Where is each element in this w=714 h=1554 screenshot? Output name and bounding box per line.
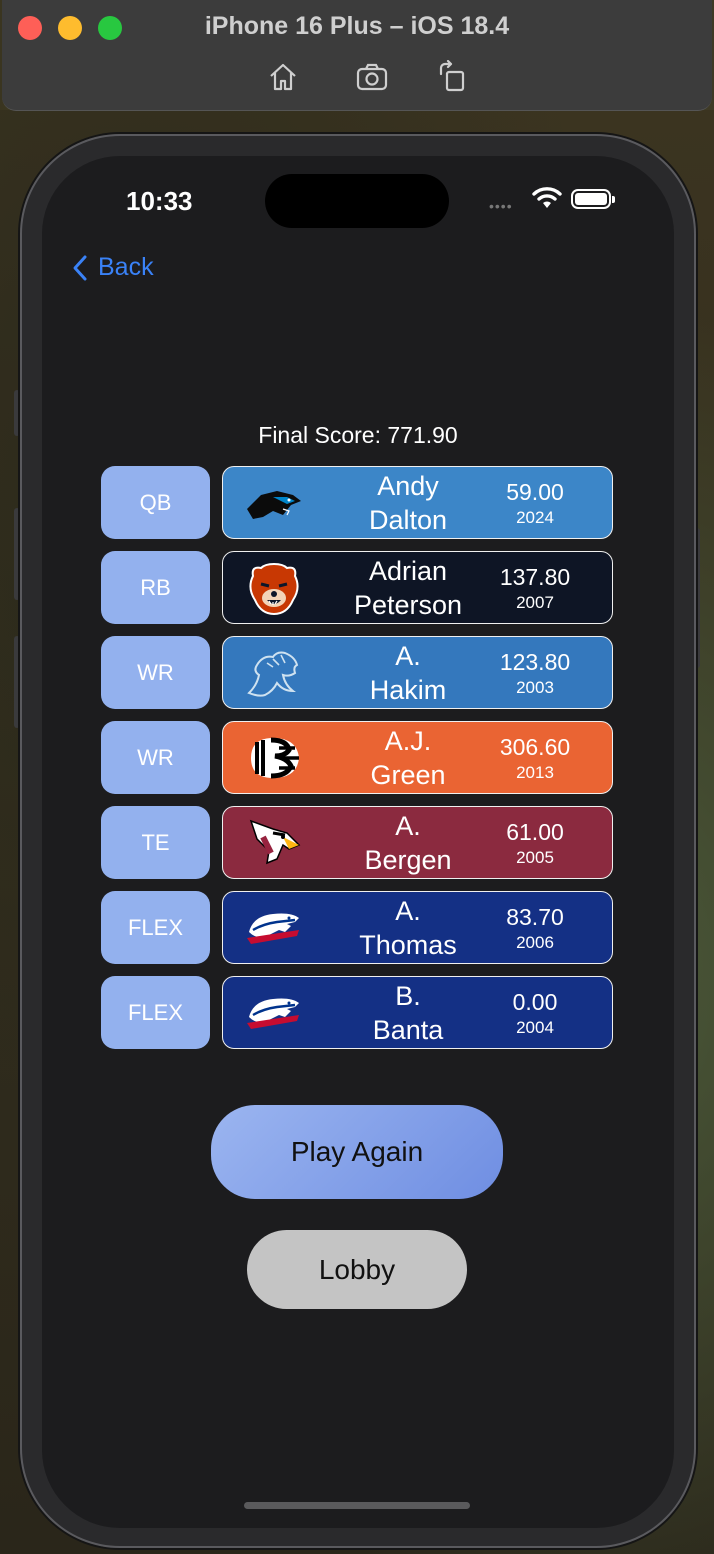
cardinals-logo-icon <box>243 815 305 871</box>
player-first-name: A.J. <box>384 726 432 756</box>
play-again-button[interactable]: Play Again <box>211 1105 503 1199</box>
player-name: Adrian Peterson <box>333 554 483 622</box>
lineup-row: QB Andy Dalton 59.00 2024 <box>101 466 613 539</box>
dynamic-island <box>265 174 449 228</box>
player-points: 0.00 <box>512 989 558 1015</box>
player-card[interactable]: A. Thomas 83.70 2006 <box>222 891 613 964</box>
window-title: iPhone 16 Plus – iOS 18.4 <box>204 12 510 40</box>
position-slot[interactable]: QB <box>101 466 210 539</box>
back-label: Back <box>98 253 154 281</box>
player-season: 2013 <box>516 763 554 782</box>
player-points: 306.60 <box>499 734 571 760</box>
player-points: 83.70 <box>506 904 564 930</box>
player-first-name: A. <box>395 896 421 926</box>
final-score: Final Score: 771.90 <box>258 422 458 448</box>
player-card[interactable]: Adrian Peterson 137.80 2007 <box>222 551 613 624</box>
player-last-name: Banta <box>372 1015 444 1045</box>
bears-logo-icon <box>243 560 305 616</box>
phone-screen: 10:33 •••• Back Final Score: 771.90 QB An… <box>42 156 674 1528</box>
simulator-title-bar: iPhone 16 Plus – iOS 18.4 <box>2 0 712 111</box>
lions-logo-icon <box>243 645 305 701</box>
player-name: A.J. Green <box>333 724 483 792</box>
lineup-row: RB Adrian Peterson 137.80 2007 <box>101 551 613 624</box>
player-last-name: Green <box>370 760 446 790</box>
position-slot[interactable]: FLEX <box>101 976 210 1049</box>
player-last-name: Dalton <box>368 505 448 535</box>
player-season: 2004 <box>516 1018 554 1037</box>
lineup-row: TE A. Bergen 61.00 2005 <box>101 806 613 879</box>
player-card[interactable]: A.J. Green 306.60 2013 <box>222 721 613 794</box>
back-button[interactable]: Back <box>72 253 154 282</box>
lineup-row: FLEX A. Thomas 83.70 2006 <box>101 891 613 964</box>
bills-logo-icon <box>243 985 305 1041</box>
player-last-name: Hakim <box>369 675 447 705</box>
player-last-name: Thomas <box>359 930 457 960</box>
player-season: 2005 <box>516 848 554 867</box>
bills-logo-icon <box>243 900 305 956</box>
player-last-name: Bergen <box>364 845 452 875</box>
panthers-logo-icon <box>243 475 305 531</box>
position-slot[interactable]: WR <box>101 636 210 709</box>
chevron-left-icon <box>73 255 87 280</box>
position-slot[interactable]: RB <box>101 551 210 624</box>
player-card[interactable]: B. Banta 0.00 2004 <box>222 976 613 1049</box>
home-icon[interactable] <box>266 60 300 94</box>
player-first-name: A. <box>395 811 421 841</box>
player-name: B. Banta <box>333 979 483 1047</box>
player-card[interactable]: Andy Dalton 59.00 2024 <box>222 466 613 539</box>
position-slot[interactable]: TE <box>101 806 210 879</box>
position-slot[interactable]: FLEX <box>101 891 210 964</box>
battery-icon <box>571 189 615 209</box>
player-name: A. Hakim <box>333 639 483 707</box>
player-points: 61.00 <box>506 819 564 845</box>
player-card[interactable]: A. Hakim 123.80 2003 <box>222 636 613 709</box>
player-points: 123.80 <box>499 649 571 675</box>
player-points: 59.00 <box>506 479 564 505</box>
player-first-name: B. <box>395 981 421 1011</box>
rotate-icon[interactable] <box>436 59 470 94</box>
player-first-name: Adrian <box>368 556 448 586</box>
player-last-name: Peterson <box>353 590 463 620</box>
home-indicator <box>244 1502 470 1509</box>
player-first-name: Andy <box>377 471 439 501</box>
player-season: 2024 <box>516 508 554 527</box>
status-time: 10:33 <box>126 186 193 216</box>
player-name: Andy Dalton <box>333 469 483 537</box>
player-name: A. Thomas <box>333 894 483 962</box>
player-name: A. Bergen <box>333 809 483 877</box>
player-season: 2007 <box>516 593 554 612</box>
cellular-signal-icon: •••• <box>489 198 513 214</box>
player-card[interactable]: A. Bergen 61.00 2005 <box>222 806 613 879</box>
player-season: 2003 <box>516 678 554 697</box>
lineup-row: FLEX B. Banta 0.00 2004 <box>101 976 613 1049</box>
player-first-name: A. <box>395 641 421 671</box>
player-points: 137.80 <box>499 564 571 590</box>
player-season: 2006 <box>516 933 554 952</box>
bengals-logo-icon <box>243 730 305 786</box>
position-slot[interactable]: WR <box>101 721 210 794</box>
lineup-row: WR A.J. Green 306.60 2013 <box>101 721 613 794</box>
screenshot-icon[interactable] <box>355 60 389 94</box>
lineup-row: WR A. Hakim 123.80 2003 <box>101 636 613 709</box>
lobby-button[interactable]: Lobby <box>247 1230 467 1309</box>
wifi-icon <box>532 186 562 215</box>
